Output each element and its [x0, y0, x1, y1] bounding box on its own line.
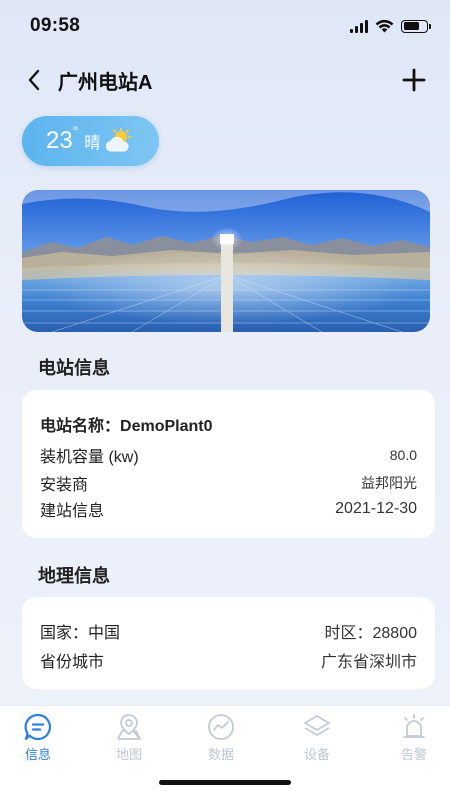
station-banner-image [22, 190, 430, 332]
data-trend-icon [208, 714, 234, 740]
tab-data-label: 数据 [207, 747, 234, 762]
built-date-label: 建站信息 [40, 503, 105, 520]
chevron-left-icon [28, 69, 40, 91]
add-button[interactable] [396, 62, 432, 98]
battery-icon [401, 19, 431, 33]
tab-map-label: 地图 [115, 747, 142, 762]
geo-info-card: 国家：中国 时区：28800 省份城市 广东省深圳市 [22, 597, 435, 689]
info-chat-icon [24, 713, 52, 741]
province-label: 省份城市 [40, 654, 105, 671]
degree-symbol: ° [72, 123, 79, 139]
tab-devices[interactable]: 设备 [287, 712, 347, 763]
nav-bar: 广州电站A [0, 58, 450, 102]
station-name-row: 电站名称：DemoPlant0 [40, 412, 417, 436]
tab-alarm-label: 告警 [400, 747, 427, 762]
country-label: 国家： [40, 625, 89, 642]
country: 国家：中国 [40, 619, 120, 643]
plus-icon [402, 68, 426, 92]
weather-condition: 晴 [84, 135, 101, 152]
installer-label: 安装商 [40, 477, 89, 494]
tab-info-label: 信息 [24, 747, 51, 762]
capacity-label: 装机容量 (kw) [40, 449, 139, 466]
partly-sunny-icon [106, 128, 132, 152]
page-title: 广州电站A [58, 71, 153, 94]
tab-data[interactable]: 数据 [191, 712, 251, 763]
province-row: 省份城市 广东省深圳市 [40, 648, 417, 672]
province-value: 广东省深圳市 [320, 654, 417, 671]
timezone: 时区：28800 [324, 619, 417, 643]
station-info-title: 电站信息 [38, 358, 110, 378]
country-timezone-row: 国家：中国 时区：28800 [40, 619, 417, 643]
cellular-signal-icon [350, 19, 368, 33]
back-button[interactable] [20, 62, 48, 98]
home-indicator [159, 780, 291, 785]
station-info-card: 电站名称：DemoPlant0 装机容量 (kw) 80.0 安装商 益邦阳光 … [22, 390, 435, 538]
weather-temperature: 23° [46, 123, 78, 155]
installer-value: 益邦阳光 [361, 475, 417, 491]
station-name-label: 电站名称： [40, 418, 121, 435]
wifi-icon [375, 19, 394, 33]
timezone-value: 28800 [372, 625, 418, 642]
status-time: 09:58 [30, 15, 81, 36]
map-pin-icon [117, 714, 141, 740]
temperature-value: 23 [46, 127, 73, 154]
geo-info-title: 地理信息 [38, 566, 110, 586]
country-value: 中国 [88, 625, 121, 642]
tab-devices-label: 设备 [303, 747, 330, 762]
built-date-row: 建站信息 2021-12-30 [40, 497, 417, 521]
timezone-label: 时区： [324, 625, 373, 642]
tab-map[interactable]: 地图 [99, 712, 159, 763]
installer-row: 安装商 益邦阳光 [40, 471, 417, 495]
tab-info[interactable]: 信息 [8, 712, 68, 763]
station-name: 电站名称：DemoPlant0 [40, 412, 212, 436]
layers-icon [304, 715, 330, 736]
capacity-value: 80.0 [389, 447, 417, 463]
alarm-icon [403, 714, 425, 738]
weather-badge[interactable]: 23° 晴 [22, 116, 159, 166]
bottom-tab-bar: 信息 地图 数据 设备 告警 [0, 705, 450, 800]
status-bar: 09:58 [0, 0, 450, 52]
status-icons [350, 19, 431, 33]
station-name-value: DemoPlant0 [120, 418, 213, 435]
built-date-value: 2021-12-30 [335, 500, 417, 517]
capacity-row: 装机容量 (kw) 80.0 [40, 443, 417, 467]
tab-alarm[interactable]: 告警 [384, 712, 444, 763]
